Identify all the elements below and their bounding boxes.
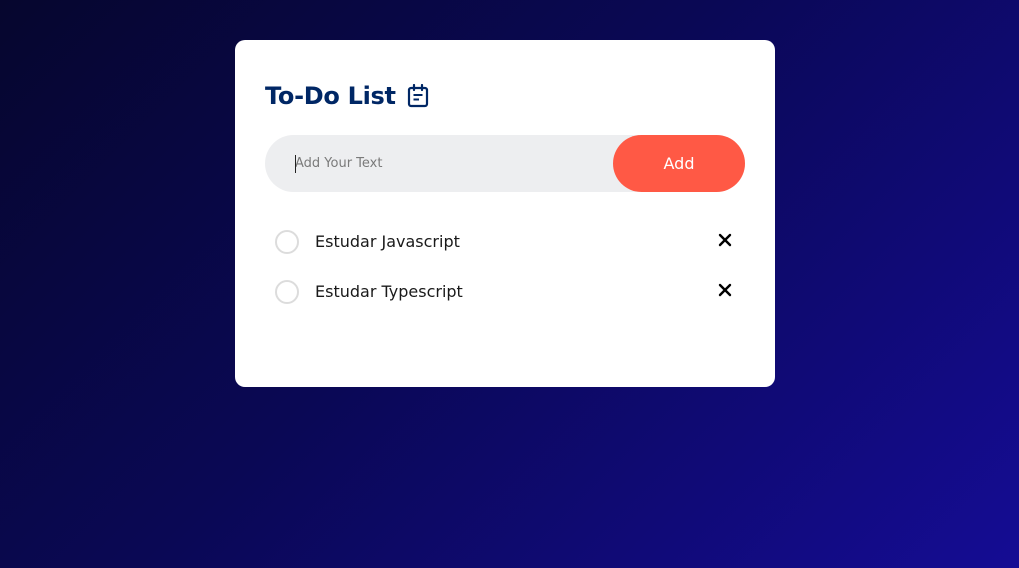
page-title: To-Do List	[265, 82, 396, 110]
task-label: Estudar Javascript	[315, 232, 460, 251]
unchecked-circle-icon[interactable]	[275, 280, 299, 304]
task-list: Estudar Javascript Estudar Typescript	[265, 217, 745, 317]
close-icon[interactable]	[717, 232, 733, 248]
list-item[interactable]: Estudar Javascript	[265, 217, 745, 267]
add-task-row: Add	[265, 134, 745, 193]
todo-card: To-Do List Add Estudar Javascript	[235, 40, 775, 387]
title-row: To-Do List	[265, 82, 429, 110]
task-label: Estudar Typescript	[315, 282, 463, 301]
unchecked-circle-icon[interactable]	[275, 230, 299, 254]
close-icon[interactable]	[717, 282, 733, 298]
calendar-note-icon	[407, 83, 429, 108]
list-item[interactable]: Estudar Typescript	[265, 267, 745, 317]
add-button[interactable]: Add	[613, 135, 745, 192]
text-caret	[295, 155, 296, 173]
